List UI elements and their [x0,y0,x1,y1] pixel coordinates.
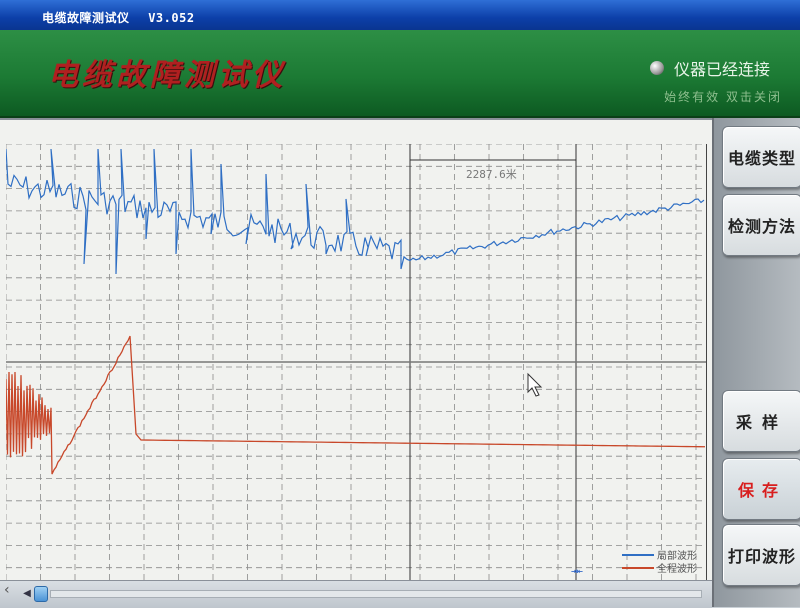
grid-lines [6,144,706,590]
cursor-distance-readout: 2287.6米 [466,168,517,181]
waveform-plot[interactable] [6,144,707,590]
scrollbar-thumb[interactable] [34,586,48,602]
app-banner: 电缆故障测试仪 仪器已经连接 始终有效 双击关闭 [0,30,800,118]
legend-item-global: 全程波形 [622,561,697,575]
legend: 局部波形 全程波形 [622,548,697,575]
cable-type-button[interactable]: 电缆类型 [722,126,800,188]
sub-status: 始终有效 双击关闭 [664,90,782,104]
horizontal-scrollbar[interactable]: ◀ [0,580,712,608]
version-label: V3.052 [148,11,195,25]
detect-method-button[interactable]: 检测方法 [722,194,800,256]
legend-swatch-local [622,553,654,556]
save-button[interactable]: 保存 [722,458,800,520]
legend-label-global: 全程波形 [657,564,697,575]
scroll-left-icon[interactable]: ◀ [22,587,32,601]
waveform-area[interactable]: 2287.6米 [0,118,712,592]
mouse-pointer-icon [527,372,543,397]
window-title: 电缆故障测试仪 [42,11,130,25]
waveform-canvas[interactable] [6,144,706,590]
legend-swatch-global [622,566,654,569]
connection-status-text: 仪器已经连接 [673,60,770,79]
global-waveform [6,335,706,475]
app-title: 电缆故障测试仪 [48,58,286,93]
scrollbar-track[interactable] [50,590,702,598]
button-panel: 电缆类型 检测方法 采样 保存 打印波形 [712,118,800,607]
chevron-left-icon[interactable]: ‹ [4,582,10,598]
connection-icon [649,61,664,75]
zoom-marker-icon[interactable]: ⇥⇤ [571,566,583,577]
connection-status: 仪器已经连接 [649,56,770,80]
sample-button[interactable]: 采样 [722,390,800,452]
print-waveform-button[interactable]: 打印波形 [722,524,800,586]
window-titlebar: 电缆故障测试仪 V3.052 [0,0,800,30]
